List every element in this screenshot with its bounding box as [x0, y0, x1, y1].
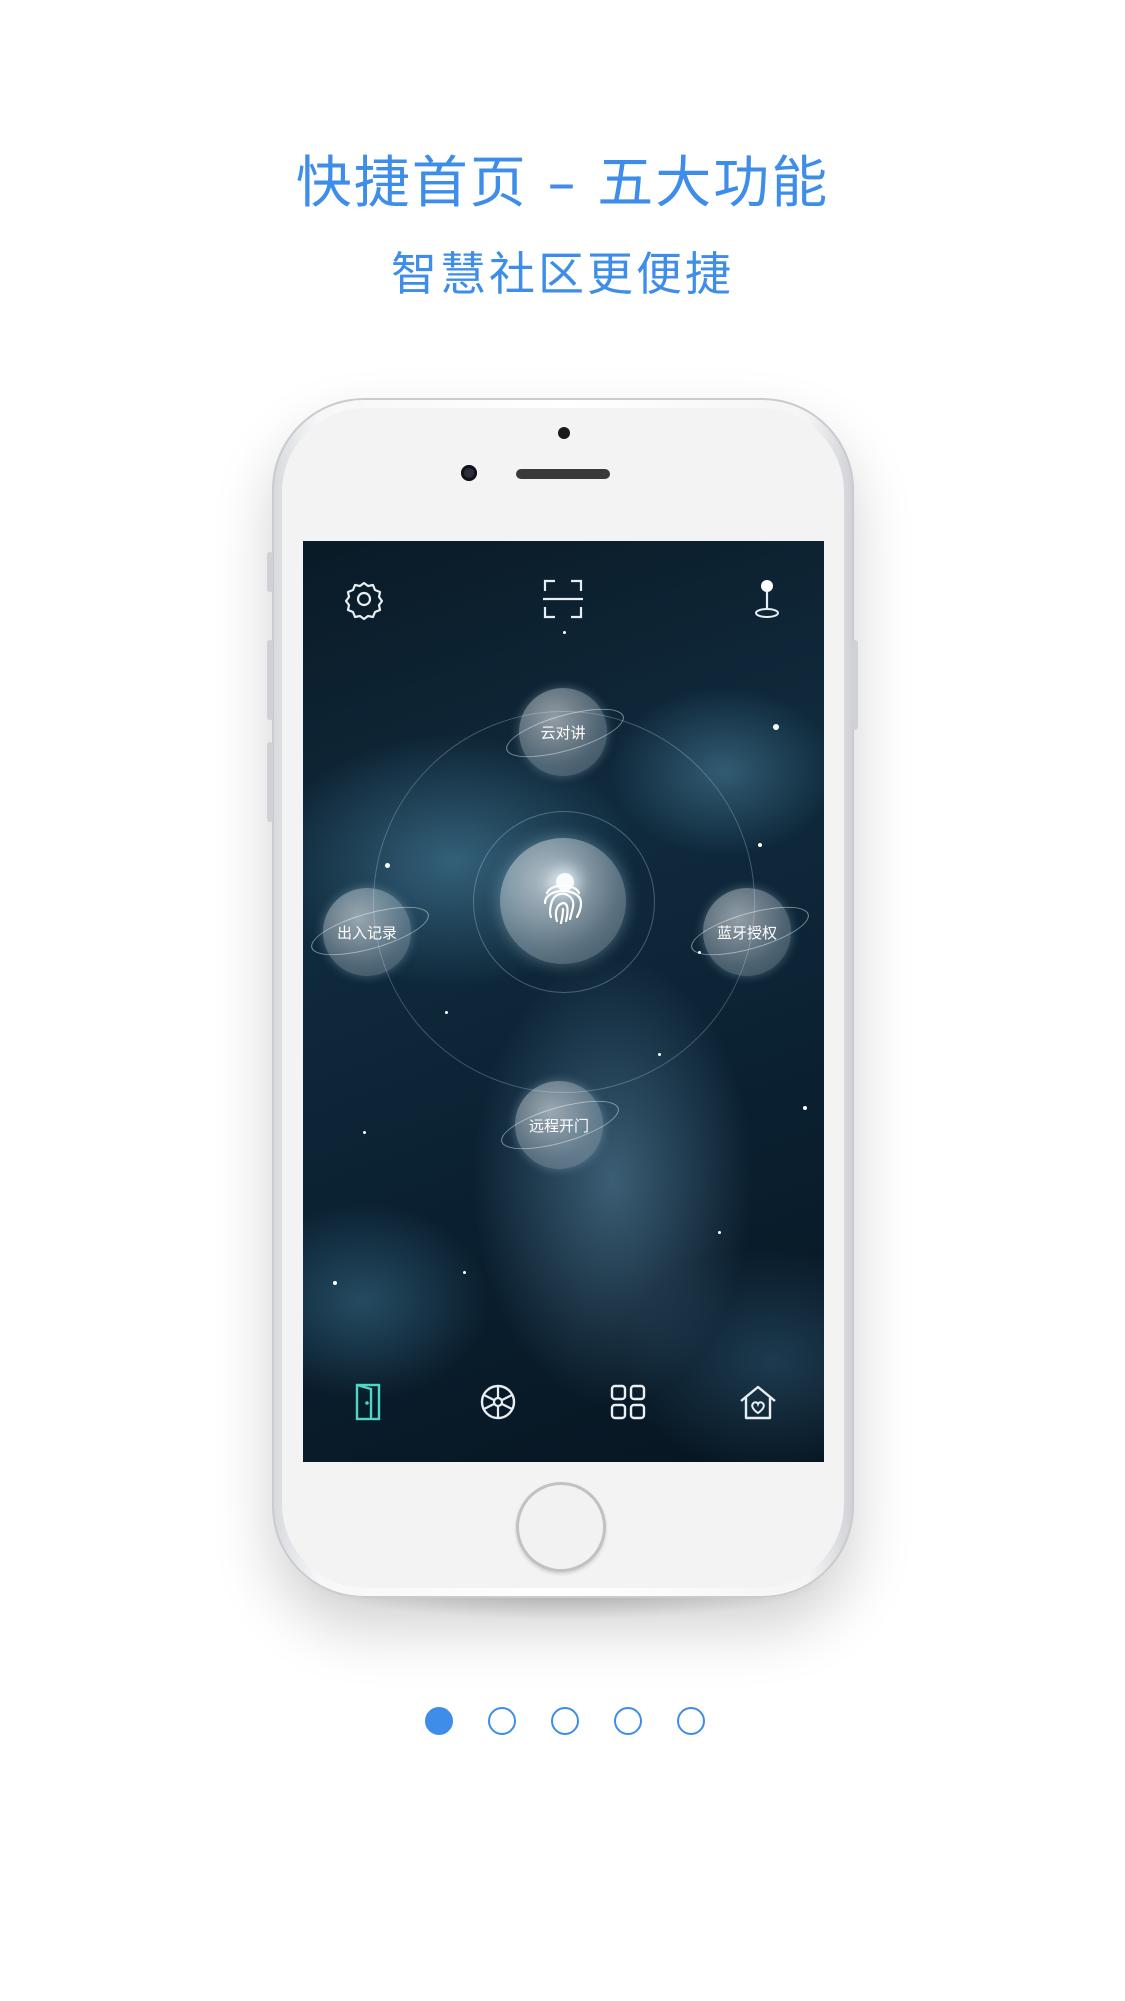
- fingerprint-icon: [543, 884, 583, 925]
- phone-speaker: [516, 469, 610, 479]
- tab-door[interactable]: [348, 1382, 388, 1422]
- star: [563, 631, 566, 634]
- pagination-dot-1[interactable]: [425, 1707, 453, 1735]
- star: [333, 1281, 337, 1285]
- phone-sensor: [558, 427, 570, 439]
- door-icon: [355, 1383, 381, 1421]
- access-records-button[interactable]: 出入记录: [323, 888, 411, 976]
- bluetooth-auth-button[interactable]: 蓝牙授权: [703, 888, 791, 976]
- phone-volume-down: [267, 742, 273, 822]
- phone-home-button: [516, 1482, 606, 1572]
- remote-open-button[interactable]: 远程开门: [515, 1081, 603, 1169]
- fingerprint-unlock-button[interactable]: [500, 838, 626, 964]
- gear-icon: [344, 581, 384, 621]
- phone-power-button: [852, 640, 858, 730]
- scan-button[interactable]: [541, 577, 585, 621]
- tab-home[interactable]: [738, 1382, 778, 1422]
- intercom-label: 云对讲: [540, 723, 586, 742]
- tab-services[interactable]: [478, 1382, 518, 1422]
- onboarding-page: 快捷首页 – 五大功能 智慧社区更便捷 云对讲 出入记录 蓝牙授权 远程开门: [0, 0, 1125, 2001]
- bluetooth-auth-label: 蓝牙授权: [716, 923, 777, 942]
- pagination-dot-4[interactable]: [614, 1707, 642, 1735]
- access-records-label: 出入记录: [336, 923, 397, 942]
- phone-mute-switch: [267, 552, 273, 592]
- page-subtitle: 智慧社区更便捷: [391, 247, 734, 301]
- home-heart-icon: [740, 1385, 776, 1420]
- pagination-dots: [0, 1707, 1125, 1739]
- star: [463, 1271, 466, 1274]
- tab-apps[interactable]: [608, 1382, 648, 1422]
- phone-front-camera: [461, 465, 477, 481]
- star: [758, 843, 762, 847]
- grid-icon: [610, 1384, 646, 1420]
- intercom-button[interactable]: 云对讲: [519, 688, 607, 776]
- wheel-icon: [480, 1384, 516, 1420]
- pagination-dot-3[interactable]: [551, 1707, 579, 1735]
- app-screen: 云对讲 出入记录 蓝牙授权 远程开门: [303, 541, 824, 1462]
- pagination-dot-2[interactable]: [488, 1707, 516, 1735]
- remote-open-label: 远程开门: [528, 1116, 589, 1135]
- star: [803, 1106, 807, 1110]
- settings-button[interactable]: [342, 577, 386, 621]
- location-button[interactable]: [745, 577, 789, 621]
- phone-volume-up: [267, 640, 273, 720]
- page-title: 快捷首页 – 五大功能: [295, 151, 830, 216]
- scan-icon: [543, 579, 583, 619]
- location-pin-icon: [755, 580, 779, 618]
- star: [773, 724, 779, 730]
- star: [363, 1131, 366, 1134]
- pagination-dot-5[interactable]: [677, 1707, 705, 1735]
- star: [718, 1231, 721, 1234]
